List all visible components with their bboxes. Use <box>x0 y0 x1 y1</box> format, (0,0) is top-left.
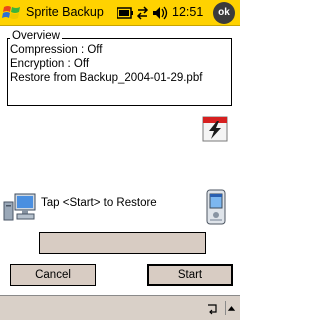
title-bar: Sprite Backup 12:51 ok <box>0 0 240 26</box>
battery-icon <box>117 7 133 19</box>
lightning-icon[interactable] <box>202 116 228 142</box>
volume-icon <box>153 6 168 20</box>
menu-bar <box>0 295 240 320</box>
ok-button[interactable]: ok <box>213 2 235 24</box>
input-panel-arrow-icon[interactable] <box>225 301 237 315</box>
windows-flag-icon <box>2 6 20 19</box>
status-icons[interactable] <box>117 4 171 22</box>
overview-legend: Overview <box>10 29 62 43</box>
encryption-status: Encryption : Off <box>10 58 90 70</box>
desktop-computer-icon <box>3 193 36 221</box>
compression-status: Compression : Off <box>10 44 103 56</box>
start-button[interactable]: Start <box>147 264 233 286</box>
cancel-button[interactable]: Cancel <box>10 264 96 286</box>
clock[interactable]: 12:51 <box>172 5 203 19</box>
pda-device-icon <box>206 189 226 225</box>
restore-source: Restore from Backup_2004-01-29.pbf <box>10 72 203 84</box>
restore-progress-bar <box>39 232 206 254</box>
start-menu-button[interactable] <box>0 0 24 26</box>
restore-instruction: Tap <Start> to Restore <box>41 197 157 209</box>
connectivity-icon <box>136 6 149 20</box>
input-panel-icon[interactable] <box>206 300 220 316</box>
app-title: Sprite Backup <box>26 5 104 19</box>
